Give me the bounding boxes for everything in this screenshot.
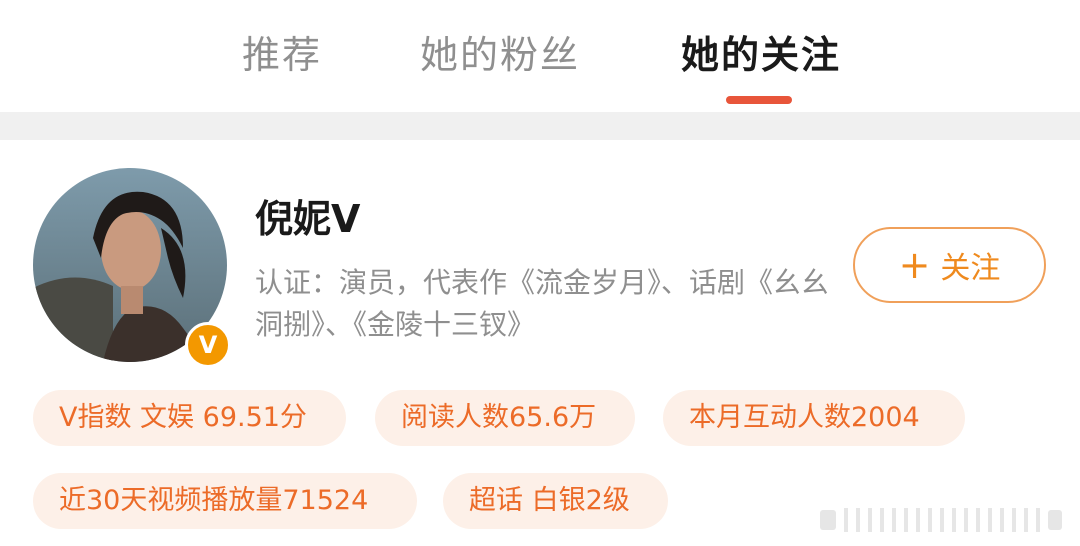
plus-icon: + bbox=[898, 243, 931, 287]
follow-button[interactable]: + 关注 bbox=[853, 227, 1046, 303]
watermark-icon bbox=[820, 508, 1062, 532]
tab-her-fans[interactable]: 她的粉丝 bbox=[420, 30, 580, 80]
verified-badge-icon: V bbox=[185, 322, 231, 368]
tab-her-following[interactable]: 她的关注 bbox=[681, 30, 841, 80]
section-divider bbox=[0, 112, 1080, 140]
tab-recommend[interactable]: 推荐 bbox=[242, 30, 322, 80]
verification-text: 认证：演员，代表作《流金岁月》、话剧《幺幺洞捌》、《金陵十三钗》 bbox=[255, 266, 830, 341]
tab-bar: 推荐 她的粉丝 她的关注 bbox=[0, 0, 1080, 112]
active-tab-indicator bbox=[726, 96, 792, 104]
verified-badge-label: V bbox=[198, 331, 218, 359]
tag-readers[interactable]: 阅读人数65.6万 bbox=[375, 390, 635, 446]
tag-video-plays[interactable]: 近30天视频播放量71524 bbox=[33, 473, 417, 529]
tag-super-topic[interactable]: 超话 白银2级 bbox=[443, 473, 668, 529]
profile-name[interactable]: 倪妮V bbox=[255, 192, 360, 246]
tag-monthly-interactions[interactable]: 本月互动人数2004 bbox=[663, 390, 965, 446]
tag-v-index[interactable]: V指数 文娱 69.51分 bbox=[33, 390, 346, 446]
follow-button-label: 关注 bbox=[940, 251, 1001, 286]
